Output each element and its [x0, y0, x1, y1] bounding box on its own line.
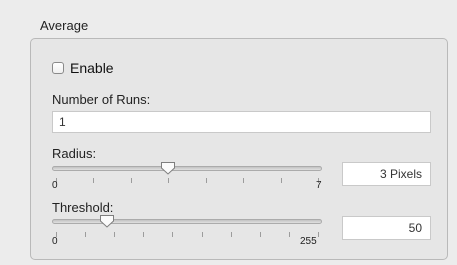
radius-tick	[205, 178, 207, 183]
radius-tick	[280, 178, 282, 183]
radius-slider-thumb[interactable]	[160, 161, 176, 175]
threshold-readout: 50	[408, 221, 422, 235]
radius-max-label: 7	[316, 180, 322, 191]
radius-tick	[93, 178, 95, 183]
number-of-runs-input[interactable]: 1	[52, 111, 431, 133]
threshold-tick	[172, 232, 174, 237]
checkbox-box-icon[interactable]	[52, 62, 64, 74]
radius-tick	[168, 178, 170, 183]
number-of-runs-label: Number of Runs:	[52, 92, 151, 107]
radius-tick	[243, 178, 245, 183]
enable-checkbox[interactable]: Enable	[52, 60, 114, 76]
radius-slider-track[interactable]	[52, 166, 322, 171]
group-title: Average	[40, 18, 89, 33]
number-of-runs-value: 1	[59, 115, 66, 129]
threshold-min-label: 0	[52, 236, 58, 247]
threshold-slider-thumb[interactable]	[99, 214, 115, 228]
threshold-tick	[259, 232, 261, 237]
threshold-tick	[201, 232, 203, 237]
threshold-tick	[230, 232, 232, 237]
radius-slider-ticks	[52, 178, 322, 184]
threshold-tick	[318, 232, 319, 237]
radius-value-field[interactable]: 3 Pixels	[342, 162, 431, 186]
threshold-max-label: 255	[300, 236, 317, 247]
enable-label: Enable	[70, 60, 114, 76]
threshold-slider-ticks	[52, 232, 322, 238]
threshold-tick	[143, 232, 145, 237]
threshold-tick	[85, 232, 87, 237]
radius-label: Radius:	[52, 146, 97, 161]
radius-readout: 3 Pixels	[379, 167, 422, 181]
threshold-slider-track[interactable]	[52, 219, 322, 224]
threshold-label: Threshold:	[52, 200, 114, 215]
radius-tick	[130, 178, 132, 183]
threshold-tick	[288, 232, 290, 237]
radius-min-label: 0	[52, 180, 58, 191]
threshold-value-field[interactable]: 50	[342, 216, 431, 240]
threshold-tick	[114, 232, 116, 237]
